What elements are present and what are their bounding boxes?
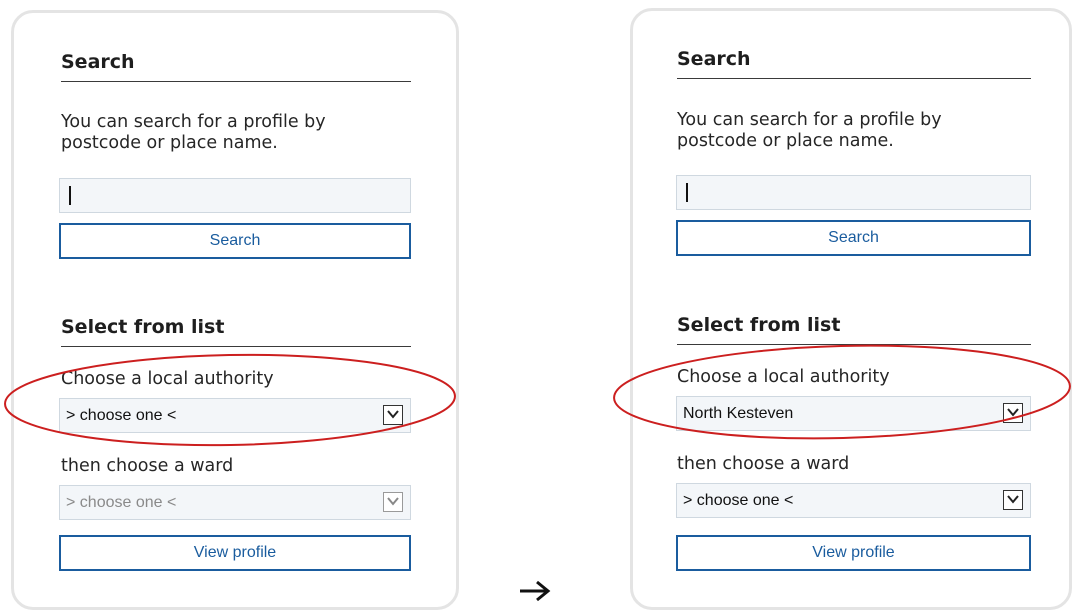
ward-label: then choose a ward [61,456,234,476]
authority-label: Choose a local authority [61,369,274,389]
search-input[interactable] [676,175,1031,210]
chevron-down-icon[interactable] [383,405,403,425]
view-profile-button[interactable]: View profile [59,535,411,571]
chevron-down-icon[interactable] [1003,490,1023,510]
ward-select-value: > choose one < [66,494,177,511]
authority-select-value: > choose one < [66,407,177,424]
search-heading: Search [677,48,1031,79]
search-button[interactable]: Search [676,220,1031,256]
chevron-down-icon[interactable] [1003,403,1023,423]
search-description: You can search for a profile by postcode… [677,110,942,151]
list-heading: Select from list [61,316,411,347]
view-profile-button[interactable]: View profile [676,535,1031,571]
search-description: You can search for a profile by postcode… [61,112,326,153]
authority-select[interactable]: > choose one < [59,398,411,433]
text-cursor [686,183,688,202]
arrow-right-icon [520,580,551,602]
authority-select-value: North Kesteven [683,405,794,422]
ward-select[interactable]: > choose one < [676,483,1031,518]
search-panel-before [11,10,459,610]
list-heading: Select from list [677,314,1031,345]
authority-label: Choose a local authority [677,367,890,387]
search-button[interactable]: Search [59,223,411,259]
search-heading: Search [61,51,411,82]
ward-select-value: > choose one < [683,492,794,509]
search-panel-after [630,8,1072,610]
ward-select: > choose one < [59,485,411,520]
chevron-down-icon [383,492,403,512]
search-input[interactable] [59,178,411,213]
text-cursor [69,186,71,205]
ward-label: then choose a ward [677,454,850,474]
authority-select[interactable]: North Kesteven [676,396,1031,431]
